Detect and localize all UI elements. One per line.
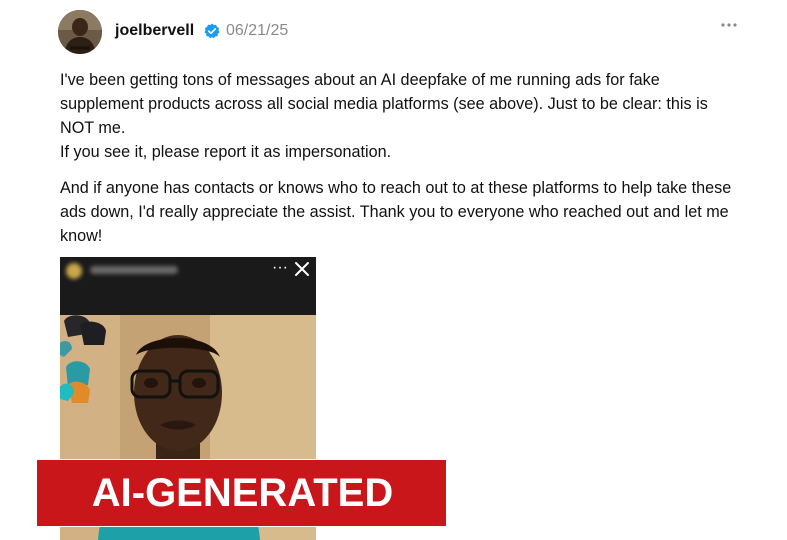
close-icon[interactable] xyxy=(294,261,310,277)
post-paragraph-1: I've been getting tons of messages about… xyxy=(60,68,740,164)
post-line: If you see it, please report it as imper… xyxy=(60,143,392,161)
post-date: 06/21/25 xyxy=(226,22,289,39)
username[interactable]: joelbervell xyxy=(115,22,194,40)
ai-generated-banner: AI-GENERATED xyxy=(36,459,447,527)
avatar[interactable] xyxy=(58,10,102,54)
media-more-icon[interactable]: ··· xyxy=(272,259,288,277)
verified-badge-icon xyxy=(204,23,220,39)
ai-generated-label: AI-GENERATED xyxy=(91,471,394,515)
media-top-bar: ··· xyxy=(60,257,316,315)
post-line: And if anyone has contacts or knows who … xyxy=(60,179,732,245)
blurred-account-name xyxy=(90,266,178,274)
post-body: I've been getting tons of messages about… xyxy=(60,68,740,248)
blurred-account-avatar xyxy=(66,263,82,279)
post-paragraph-2: And if anyone has contacts or knows who … xyxy=(60,176,740,248)
post-line: I've been getting tons of messages about… xyxy=(60,71,708,137)
avatar-image xyxy=(58,10,102,54)
post-header: joelbervell 06/21/25 xyxy=(58,10,748,54)
more-options-icon[interactable] xyxy=(720,16,738,40)
